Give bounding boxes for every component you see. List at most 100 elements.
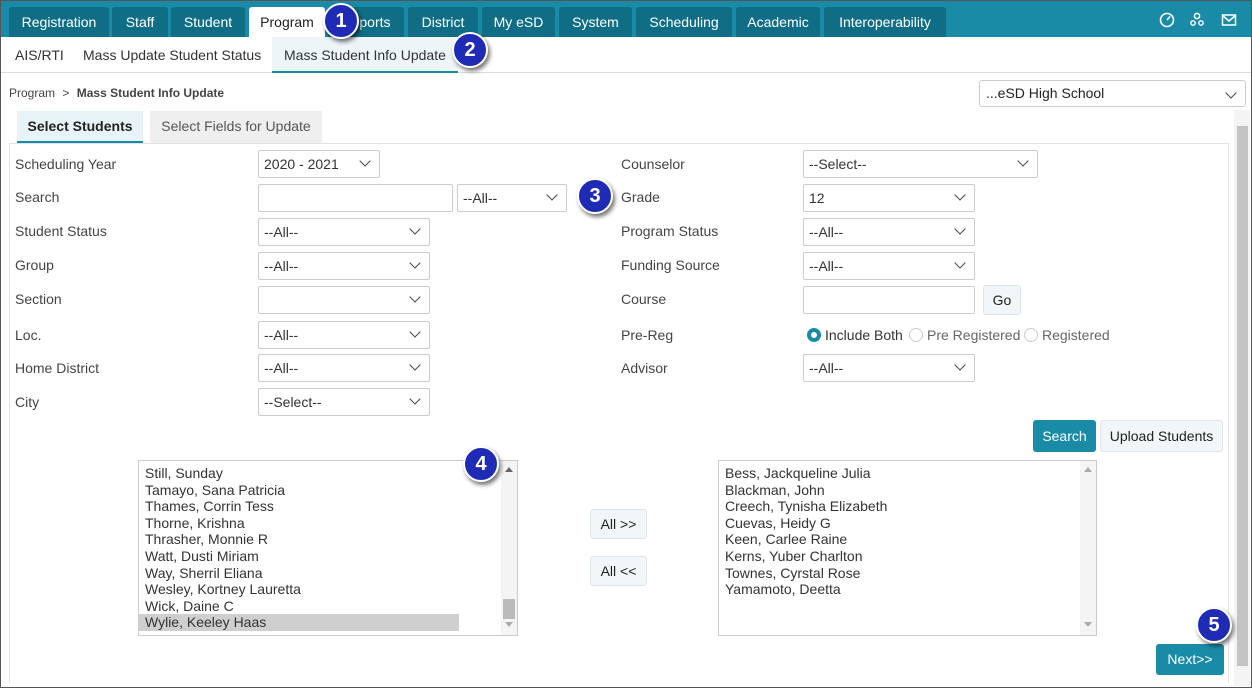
tab-my-esd[interactable]: My eSD (482, 7, 555, 37)
scroll-up-icon[interactable] (1084, 467, 1092, 472)
search-button[interactable]: Search (1033, 420, 1096, 452)
top-nav: Registration Staff Student Program Repor… (1, 1, 1251, 37)
pre-reg-label: Pre-Reg (621, 327, 674, 343)
chevron-down-icon (409, 359, 421, 371)
course-go-button[interactable]: Go (983, 285, 1021, 315)
chevron-down-icon (954, 257, 966, 269)
list-item[interactable]: Cuevas, Heidy G (719, 515, 1096, 532)
subnav-ais-rti[interactable]: AIS/RTI (15, 37, 64, 73)
scroll-thumb[interactable] (503, 599, 515, 619)
school-select[interactable]: ...eSD High School (979, 80, 1246, 107)
advisor-value: --All-- (809, 360, 844, 376)
list-item[interactable]: Townes, Cyrstal Rose (719, 565, 1096, 582)
subnav-mass-info-update[interactable]: Mass Student Info Update (272, 37, 458, 73)
dashboard-icon[interactable] (1159, 12, 1175, 28)
student-status-label: Student Status (15, 223, 107, 239)
list-item[interactable]: Wick, Daine C (139, 598, 517, 615)
tab-academic[interactable]: Academic (736, 7, 820, 37)
program-status-value: --All-- (809, 224, 844, 240)
tab-staff[interactable]: Staff (112, 7, 168, 37)
available-list-scrollbar[interactable] (501, 461, 517, 635)
move-all-right-button[interactable]: All >> (590, 509, 647, 539)
list-item[interactable]: Still, Sunday (139, 465, 517, 482)
home-district-label: Home District (15, 360, 100, 376)
list-item[interactable]: Wylie, Keeley Haas (139, 614, 459, 631)
list-item[interactable]: Wesley, Kortney Lauretta (139, 581, 517, 598)
chevron-down-icon (409, 326, 421, 338)
course-input[interactable] (803, 286, 975, 314)
list-item[interactable]: Blackman, John (719, 482, 1096, 499)
list-item[interactable]: Bess, Jackqueline Julia (719, 465, 1096, 482)
page-scrollbar[interactable] (1234, 110, 1250, 686)
loc-select[interactable]: --All-- (258, 321, 430, 349)
section-label: Section (15, 291, 62, 307)
list-item[interactable]: Way, Sherril Eliana (139, 565, 517, 582)
tab-program[interactable]: Program (249, 7, 325, 37)
selected-students-list[interactable]: Bess, Jackqueline Julia Blackman, John Cre… (718, 460, 1097, 636)
list-item[interactable]: Thorne, Krishna (139, 515, 517, 532)
list-item[interactable]: Thames, Corrin Tess (139, 498, 517, 515)
home-district-value: --All-- (264, 360, 299, 376)
funding-source-select[interactable]: --All-- (803, 252, 975, 280)
callout-badge-4: 4 (463, 446, 499, 482)
search-input[interactable] (258, 184, 453, 212)
city-label: City (15, 394, 40, 410)
counselor-select[interactable]: --Select-- (803, 150, 1038, 178)
page-scroll-thumb[interactable] (1237, 126, 1248, 666)
grade-select[interactable]: 12 (803, 184, 975, 212)
breadcrumb-separator: > (62, 86, 70, 100)
advisor-select[interactable]: --All-- (803, 354, 975, 382)
chevron-down-icon (359, 155, 371, 167)
chevron-down-icon (954, 223, 966, 235)
scheduling-year-value: 2020 - 2021 (264, 156, 339, 172)
tab-select-fields[interactable]: Select Fields for Update (150, 111, 322, 143)
section-select[interactable] (258, 286, 430, 314)
scroll-down-icon[interactable] (1084, 622, 1092, 627)
grade-value: 12 (809, 190, 825, 206)
group-value: --All-- (264, 258, 299, 274)
breadcrumb: Program > Mass Student Info Update (9, 86, 224, 100)
available-students-list[interactable]: Still, Sunday Tamayo, Sana Patricia Thames… (138, 460, 518, 636)
upload-students-button[interactable]: Upload Students (1100, 420, 1223, 452)
tab-scheduling[interactable]: Scheduling (636, 7, 732, 37)
scroll-down-icon[interactable] (505, 622, 513, 627)
student-status-select[interactable]: --All-- (258, 218, 430, 246)
next-button[interactable]: Next>> (1156, 644, 1224, 675)
move-all-left-button[interactable]: All << (590, 556, 647, 586)
users-icon[interactable] (1189, 12, 1205, 28)
list-item[interactable]: Thrasher, Monnie R (139, 531, 517, 548)
tab-registration[interactable]: Registration (9, 7, 109, 37)
home-district-select[interactable]: --All-- (258, 354, 430, 382)
callout-badge-1: 1 (323, 3, 359, 39)
city-select[interactable]: --Select-- (258, 388, 430, 416)
grade-label: Grade (621, 189, 660, 205)
scroll-up-icon[interactable] (505, 467, 513, 472)
list-item[interactable]: Keen, Carlee Raine (719, 531, 1096, 548)
chevron-down-icon (1017, 155, 1029, 167)
breadcrumb-root[interactable]: Program (9, 86, 55, 100)
chevron-down-icon (409, 291, 421, 303)
program-status-select[interactable]: --All-- (803, 218, 975, 246)
list-item[interactable]: Tamayo, Sana Patricia (139, 482, 517, 499)
callout-badge-2: 2 (452, 32, 488, 68)
tab-system[interactable]: System (559, 7, 632, 37)
group-select[interactable]: --All-- (258, 252, 430, 280)
group-label: Group (15, 257, 54, 273)
chevron-down-icon (954, 189, 966, 201)
pre-reg-option-label: Registered (1042, 327, 1110, 343)
list-item[interactable]: Kerns, Yuber Charlton (719, 548, 1096, 565)
chevron-down-icon (546, 189, 558, 201)
mail-icon[interactable] (1221, 12, 1237, 28)
list-item[interactable]: Creech, Tynisha Elizabeth (719, 498, 1096, 515)
selected-list-scrollbar[interactable] (1080, 461, 1096, 635)
scheduling-year-select[interactable]: 2020 - 2021 (258, 150, 380, 178)
tab-student[interactable]: Student (171, 7, 245, 37)
tab-select-students[interactable]: Select Students (17, 111, 143, 143)
scheduling-year-label: Scheduling Year (15, 156, 117, 172)
list-item[interactable]: Watt, Dusti Miriam (139, 548, 517, 565)
subnav-mass-update-status[interactable]: Mass Update Student Status (83, 37, 261, 73)
search-scope-select[interactable]: --All-- (457, 184, 567, 212)
search-label: Search (15, 189, 60, 205)
tab-interoperability[interactable]: Interoperability (824, 7, 946, 37)
list-item[interactable]: Yamamoto, Deetta (719, 581, 1096, 598)
